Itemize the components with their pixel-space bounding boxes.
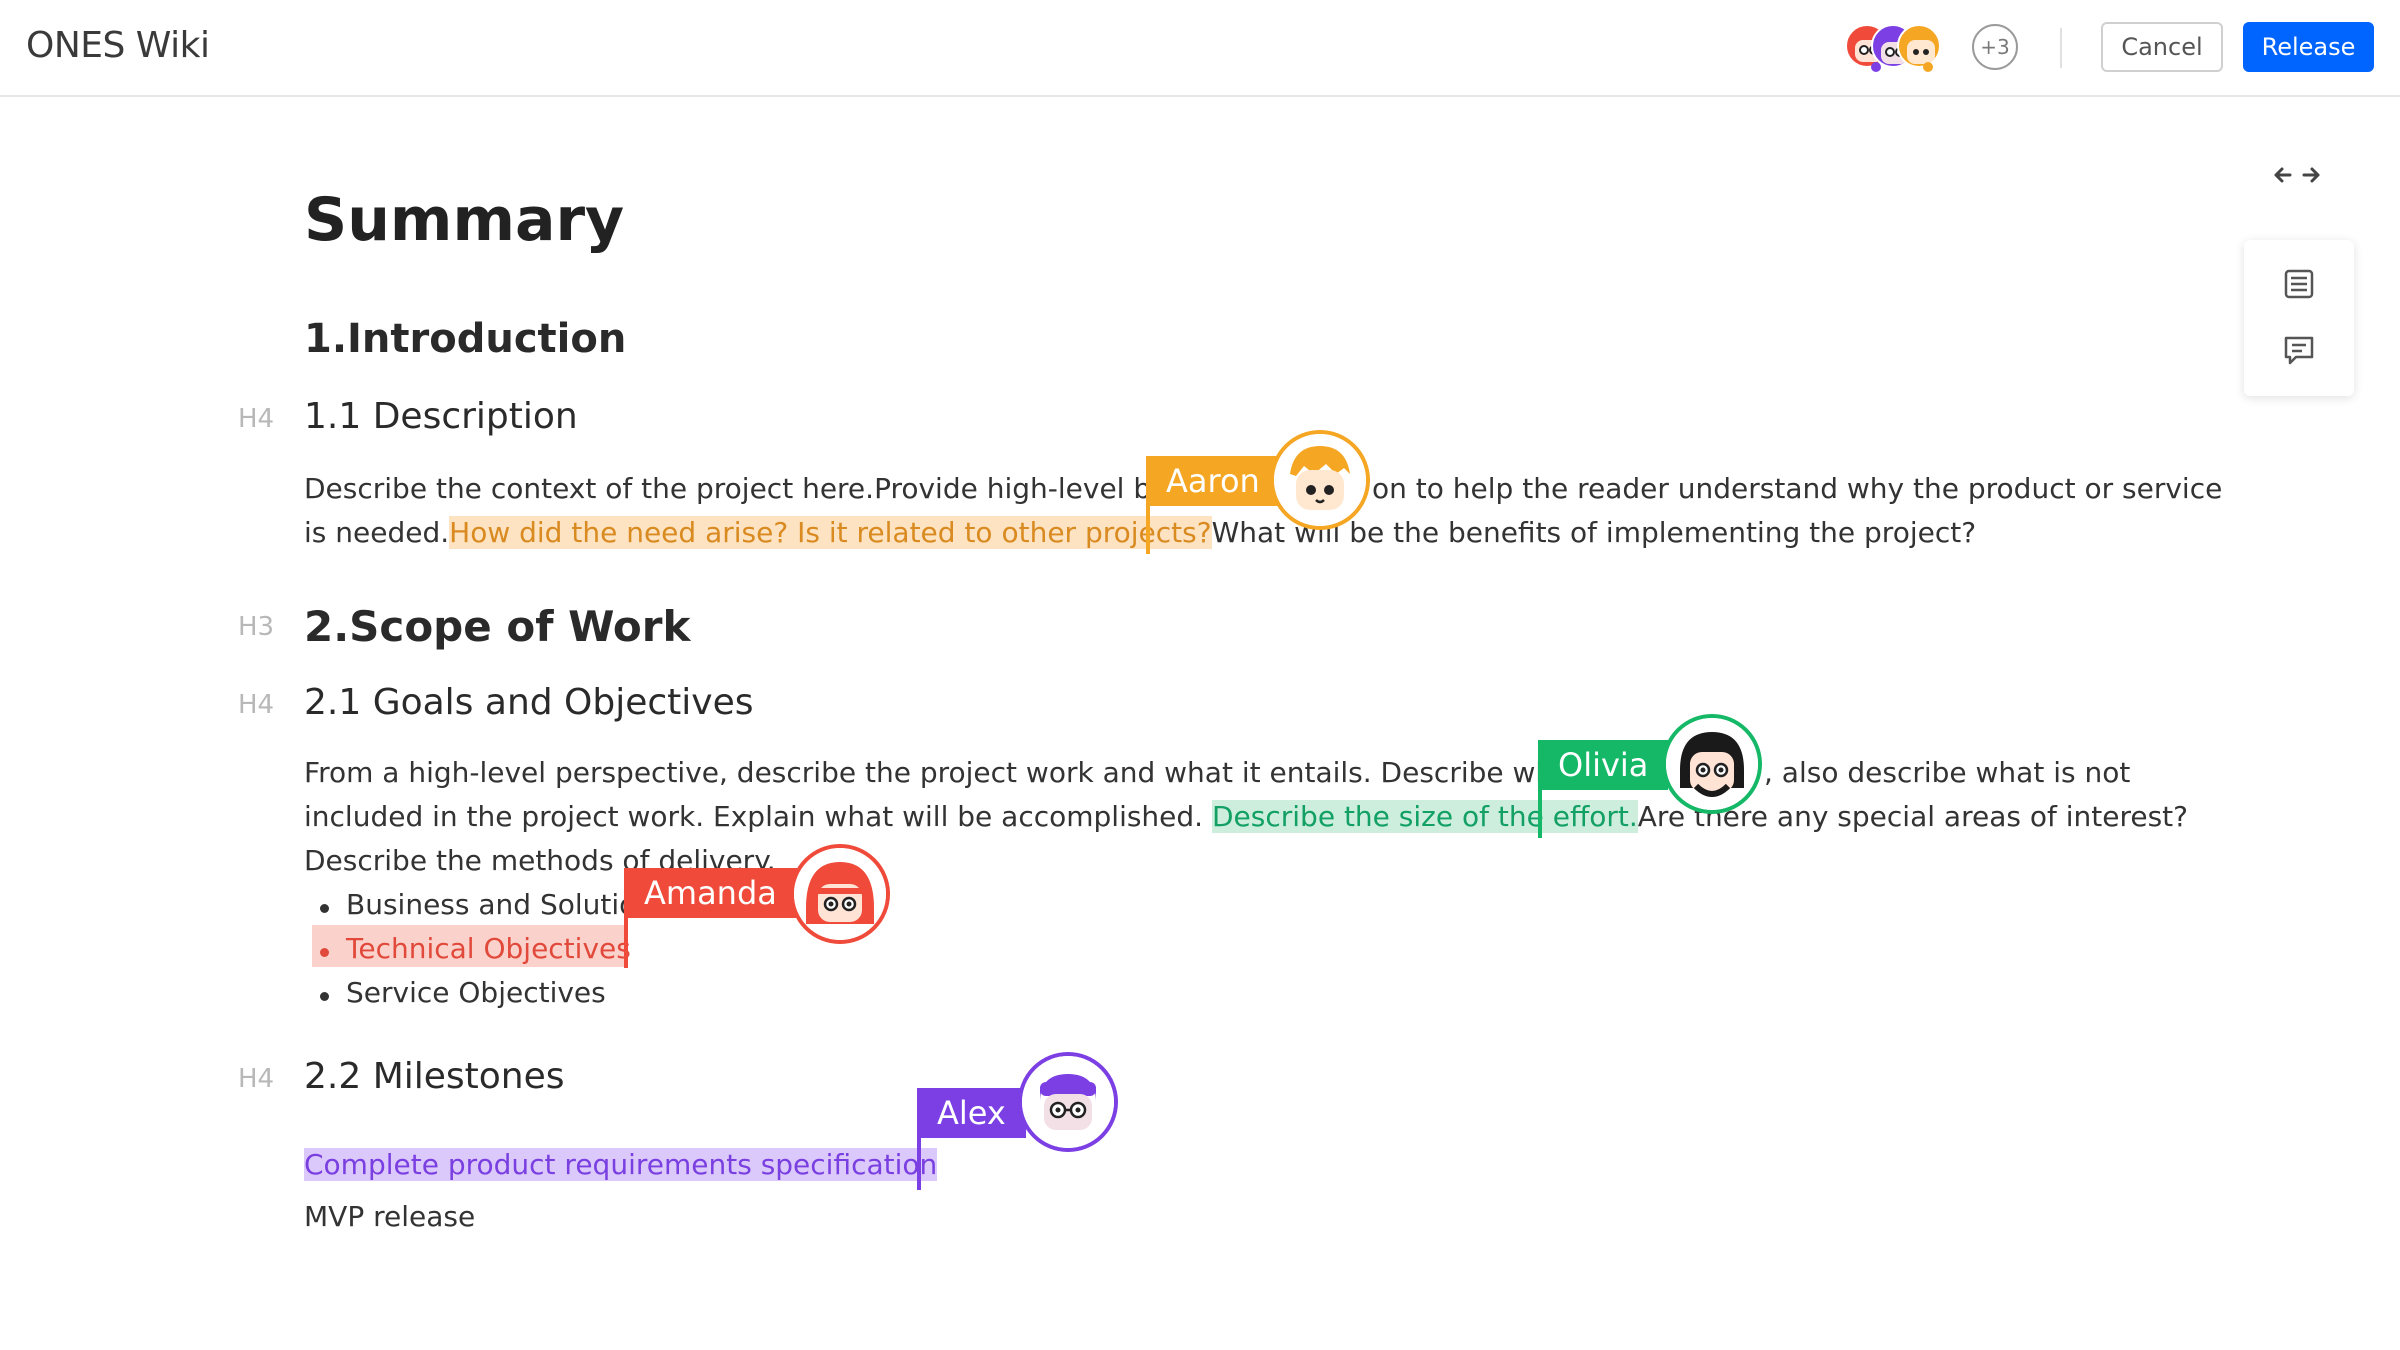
list-item: Technical Objectives bbox=[346, 932, 631, 965]
side-toolbar bbox=[2244, 240, 2354, 396]
cancel-button[interactable]: Cancel bbox=[2101, 22, 2223, 72]
heading-goals: 2.1 Goals and Objectives bbox=[304, 682, 754, 723]
heading-milestones: 2.2 Milestones bbox=[304, 1056, 565, 1097]
avatar-aaron-mini[interactable] bbox=[1897, 24, 1941, 68]
highlight-alex: Complete product requirements specificat… bbox=[304, 1148, 938, 1181]
list-item: Business and Solution bbox=[346, 888, 655, 921]
bullet-dot bbox=[320, 948, 329, 957]
heading-level-label: H3 bbox=[238, 612, 275, 642]
milestone-item: MVP release bbox=[304, 1200, 476, 1233]
page-title: Summary bbox=[304, 185, 625, 255]
milestone-item: Complete product requirements specificat… bbox=[304, 1148, 938, 1181]
cursor-tag-aaron: Aaron bbox=[1146, 456, 1280, 506]
heading-introduction: 1.Introduction bbox=[304, 316, 627, 362]
outline-list-icon[interactable] bbox=[2282, 267, 2316, 301]
cursor-tag-alex: Alex bbox=[917, 1088, 1026, 1138]
highlight-olivia: Describe the size of the effort. bbox=[1211, 800, 1638, 833]
highlight-aaron: How did the need arise? Is it related to… bbox=[449, 516, 1212, 549]
paragraph-text: From a high-level perspective, describe … bbox=[304, 756, 1630, 789]
app-title: ONES Wiki bbox=[26, 25, 210, 66]
paragraph-text: included in the project work. Explain wh… bbox=[304, 800, 2189, 833]
top-bar: ONES Wiki +3 Cancel Release bbox=[0, 0, 2400, 97]
expand-width-icon[interactable] bbox=[2272, 160, 2322, 190]
heading-scope: 2.Scope of Work bbox=[304, 602, 691, 651]
release-button[interactable]: Release bbox=[2243, 22, 2374, 72]
heading-level-label: H4 bbox=[238, 690, 275, 720]
online-dot bbox=[1871, 62, 1881, 72]
avatar-alex bbox=[1018, 1052, 1118, 1152]
more-collaborators-badge[interactable]: +3 bbox=[1972, 24, 2018, 70]
avatar-amanda bbox=[790, 844, 890, 944]
heading-level-label: H4 bbox=[238, 1064, 275, 1094]
cursor-tag-olivia: Olivia bbox=[1538, 740, 1669, 790]
paragraph-text: , also describe what is not bbox=[1764, 756, 2131, 789]
paragraph-text: on to help the reader understand why the… bbox=[1372, 472, 2223, 505]
heading-description: 1.1 Description bbox=[304, 396, 578, 437]
paragraph-text: Describe the context of the project here… bbox=[304, 472, 1200, 505]
header-divider bbox=[2060, 28, 2062, 68]
paragraph-text: is needed.How did the need arise? Is it … bbox=[304, 516, 1977, 549]
heading-level-label: H4 bbox=[238, 404, 275, 434]
list-item: Service Objectives bbox=[346, 976, 606, 1009]
bullet-dot bbox=[320, 992, 329, 1001]
cursor-tag-amanda: Amanda bbox=[624, 868, 797, 918]
bullet-dot bbox=[320, 904, 329, 913]
online-dot bbox=[1923, 62, 1933, 72]
avatar-olivia bbox=[1662, 714, 1762, 814]
comment-icon[interactable] bbox=[2282, 333, 2316, 367]
avatar-aaron bbox=[1270, 430, 1370, 530]
